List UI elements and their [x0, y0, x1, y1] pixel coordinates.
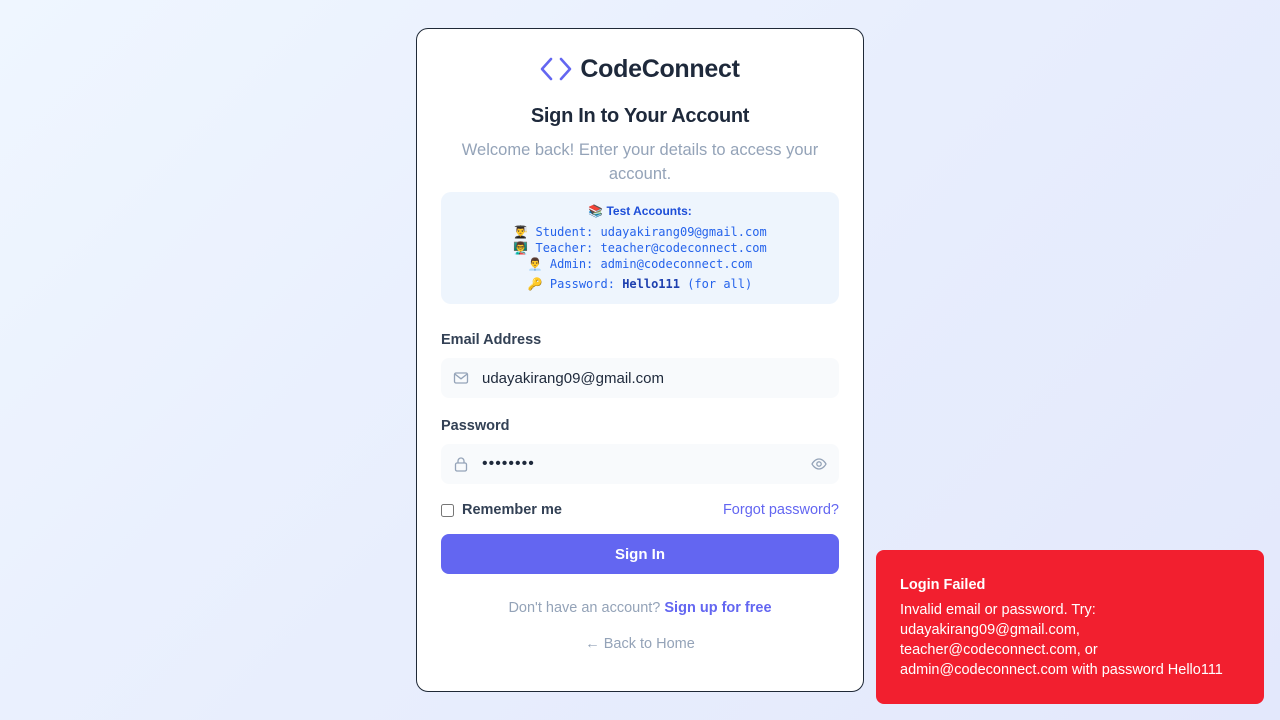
test-account-student: 👨‍🎓 Student: udayakirang09@gmail.com [513, 225, 767, 239]
test-password-value: Hello111 [622, 277, 680, 291]
sign-in-button[interactable]: Sign In [441, 534, 839, 574]
forgot-password-link[interactable]: Forgot password? [723, 502, 839, 518]
brand-header: CodeConnect [441, 53, 839, 85]
toast-title: Login Failed [900, 577, 986, 593]
test-password-suffix: (for all) [679, 277, 753, 291]
remember-checkbox[interactable] [441, 503, 454, 517]
login-card: CodeConnect Sign In to Your Account Welc… [416, 28, 864, 692]
test-account-teacher: 👨‍🏫 Teacher: teacher@codeconnect.com [513, 241, 767, 255]
remember-label: Remember me [462, 502, 562, 518]
error-toast[interactable]: Login Failed Invalid email or password. … [876, 550, 1264, 704]
brand-name: CodeConnect [580, 54, 740, 83]
password-field[interactable] [441, 444, 839, 484]
email-input[interactable] [482, 369, 812, 387]
test-account-admin: 👨‍💼 Admin: admin@codeconnect.com [527, 257, 753, 271]
signup-row: Don't have an account? Sign up for free [441, 600, 839, 616]
email-label: Email Address [441, 332, 542, 348]
signup-prompt: Don't have an account? [508, 600, 665, 616]
eye-icon[interactable] [811, 456, 827, 472]
test-accounts-title: 📚 Test Accounts: [588, 204, 692, 218]
toast-message: Invalid email or password. Try: udayakir… [900, 602, 1223, 678]
code-brackets-icon [541, 57, 572, 81]
lock-icon [454, 457, 468, 472]
options-row: Remember me Forgot password? [441, 502, 839, 518]
password-label: Password [441, 418, 510, 434]
password-input[interactable] [482, 455, 812, 473]
email-field[interactable] [441, 358, 839, 398]
signup-link[interactable]: Sign up for free [664, 600, 771, 616]
back-to-home-link[interactable]: ← Back to Home [441, 636, 839, 652]
test-password-prefix: 🔑 Password: [527, 277, 623, 291]
page-subtitle: Welcome back! Enter your details to acce… [461, 141, 819, 183]
test-accounts-box: 📚 Test Accounts: 👨‍🎓 Student: udayakiran… [441, 192, 839, 304]
test-account-password: 🔑 Password: Hello111 (for all) [441, 276, 839, 292]
mail-icon [453, 372, 469, 384]
page-title: Sign In to Your Account [530, 105, 750, 127]
remember-me[interactable]: Remember me [441, 502, 562, 518]
